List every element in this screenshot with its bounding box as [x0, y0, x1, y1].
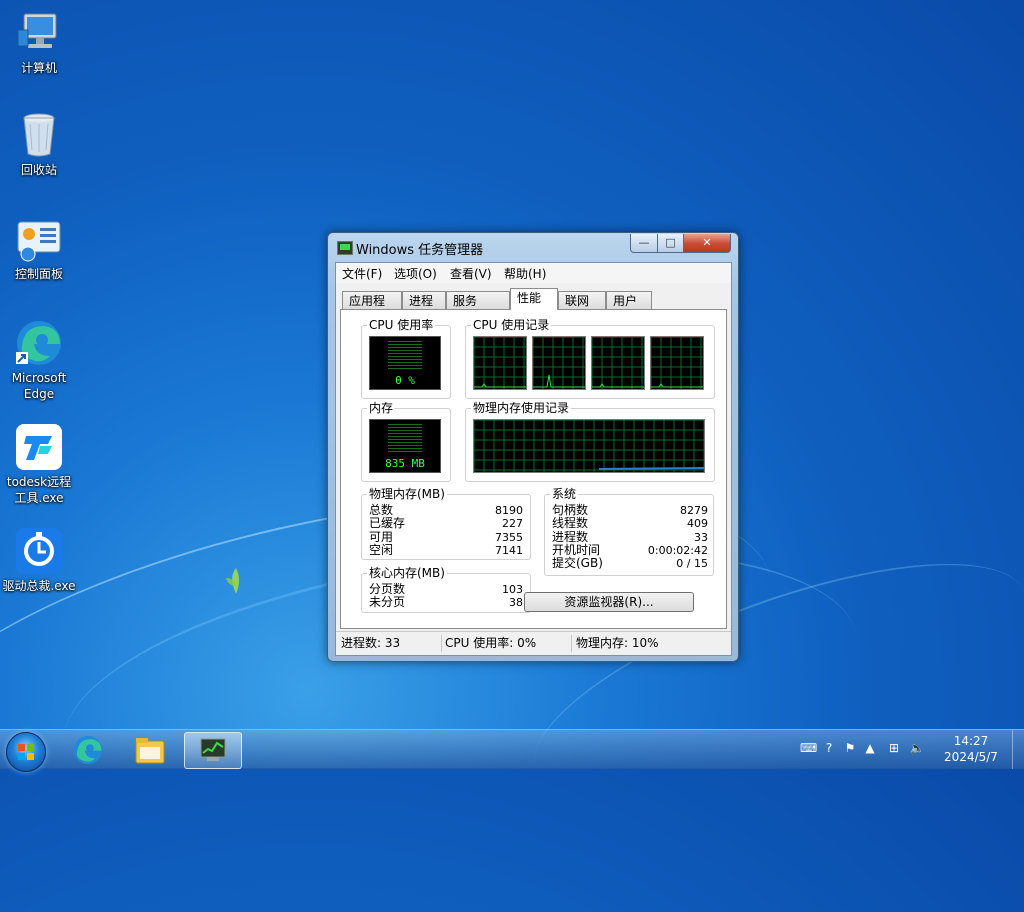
- computer-icon: [14, 8, 64, 58]
- window-title: Windows 任务管理器: [356, 243, 484, 258]
- cpu-core-2-graph: [532, 336, 586, 390]
- cpu-core-4-graph: [650, 336, 704, 390]
- cpu-usage-label: CPU 使用率: [367, 318, 436, 332]
- minimize-button[interactable]: —: [630, 234, 658, 253]
- task-manager-icon: [337, 241, 353, 255]
- title-bar[interactable]: Windows 任务管理器 — □ ✕: [328, 233, 738, 261]
- cpu-usage-meter: 0 %: [369, 336, 441, 390]
- desktop-icon-driver-tool[interactable]: 驱动总裁.exe: [1, 526, 77, 594]
- desktop-icon-todesk[interactable]: todesk远程工具.exe: [1, 422, 77, 506]
- kernel-memory-group: 核心内存(MB) 分页数 103 未分页 38: [361, 566, 531, 613]
- cpu-core-3-graph: [591, 336, 645, 390]
- resource-monitor-button[interactable]: 资源监视器(R)...: [524, 592, 694, 612]
- desktop-icon-control-panel[interactable]: 控制面板: [1, 214, 77, 282]
- desktop-icon-label: todesk远程工具.exe: [6, 475, 72, 505]
- edge-icon: [73, 735, 103, 765]
- tab-applications[interactable]: 应用程序: [342, 291, 402, 326]
- taskbar-task-manager-button[interactable]: [184, 732, 242, 769]
- close-icon: ✕: [702, 236, 712, 249]
- tab-users[interactable]: 用户: [606, 291, 652, 309]
- task-manager-window[interactable]: Windows 任务管理器 — □ ✕ 文件(F) 选项(O) 查看(V) 帮助…: [327, 232, 739, 662]
- tab-performance[interactable]: 性能: [510, 288, 558, 310]
- show-hidden-icon[interactable]: ▲: [862, 740, 878, 756]
- status-bar: 进程数: 33 CPU 使用率: 0% 物理内存: 10%: [336, 631, 731, 655]
- desktop-icon-edge[interactable]: Microsoft Edge: [1, 318, 77, 402]
- menu-view[interactable]: 查看(V): [450, 265, 492, 282]
- clock-time: 14:27: [953, 734, 989, 748]
- start-button[interactable]: [6, 732, 46, 772]
- minimize-icon: —: [638, 236, 650, 249]
- windows-logo-icon: [18, 744, 34, 760]
- system-group: 系统 句柄数 8279 线程数 409 进程数 33 开机时间 0:00:02:42 提…: [544, 487, 714, 576]
- taskbar-edge-button[interactable]: [60, 732, 116, 767]
- todesk-icon: [14, 422, 64, 472]
- status-cpu: CPU 使用率: 0%: [442, 635, 572, 652]
- desktop-icon-label: 控制面板: [14, 267, 63, 281]
- menu-file[interactable]: 文件(F): [342, 265, 382, 282]
- desktop-icon-label: 回收站: [20, 163, 57, 177]
- network-icon[interactable]: ⊞: [886, 740, 902, 756]
- tab-processes[interactable]: 进程: [402, 291, 446, 309]
- control-panel-icon: [14, 214, 64, 264]
- maximize-icon: □: [665, 236, 676, 249]
- desktop-icon-recycle-bin[interactable]: 回收站: [1, 110, 77, 178]
- edge-icon: [14, 318, 64, 368]
- tab-networking[interactable]: 联网: [558, 291, 606, 309]
- security-icon[interactable]: ⚑: [842, 740, 858, 756]
- performance-panel: CPU 使用率 0 % CPU 使用记录 内存 835 MB 物理内存使用记录 …: [340, 309, 727, 629]
- cpu-core-1-graph: [473, 336, 527, 390]
- clock-date: 2024/5/7: [944, 750, 998, 764]
- help-icon[interactable]: ?: [821, 740, 837, 756]
- taskbar-explorer-button[interactable]: [122, 732, 178, 767]
- memory-label: 内存: [367, 401, 396, 415]
- taskbar-clock[interactable]: 14:27 2024/5/7: [938, 733, 1004, 765]
- cpu-usage-group: CPU 使用率 0 %: [361, 318, 451, 399]
- cpu-history-group: CPU 使用记录: [465, 318, 715, 399]
- system-label: 系统: [550, 487, 579, 501]
- explorer-icon: [135, 738, 165, 764]
- cpu-history-label: CPU 使用记录: [471, 318, 552, 332]
- desktop-icon-label: 驱动总裁.exe: [2, 579, 76, 593]
- task-manager-icon: [200, 738, 226, 761]
- taskbar: ⌨ ? ⚑ ▲ ⊞ 🔈 14:27 2024/5/7: [0, 729, 1024, 772]
- kernel-memory-label: 核心内存(MB): [367, 566, 447, 580]
- memory-value: 835 MB: [385, 457, 425, 470]
- show-desktop-button[interactable]: [1012, 730, 1024, 769]
- window-client: 文件(F) 选项(O) 查看(V) 帮助(H) 应用程序 进程 服务 性能 联网…: [335, 262, 732, 656]
- driver-tool-icon: [14, 526, 64, 576]
- desktop-icon-label: 计算机: [20, 61, 57, 75]
- menu-help[interactable]: 帮助(H): [504, 265, 546, 282]
- physical-memory-group: 物理内存(MB) 总数 8190 已缓存 227 可用 7355 空闲 7141: [361, 487, 531, 560]
- volume-icon[interactable]: 🔈: [909, 740, 925, 756]
- physical-memory-label: 物理内存(MB): [367, 487, 447, 501]
- menu-options[interactable]: 选项(O): [394, 265, 437, 282]
- desktop-icon-label: Microsoft Edge: [11, 371, 67, 401]
- recycle-bin-icon: [14, 110, 64, 160]
- close-button[interactable]: ✕: [683, 234, 731, 253]
- memory-meter: 835 MB: [369, 419, 441, 473]
- maximize-button[interactable]: □: [657, 234, 684, 253]
- status-processes: 进程数: 33: [338, 635, 442, 652]
- memory-history-graph: [473, 419, 705, 473]
- tab-strip: 应用程序 进程 服务 性能 联网 用户: [336, 288, 731, 326]
- menu-bar: 文件(F) 选项(O) 查看(V) 帮助(H): [336, 263, 731, 283]
- memory-history-label: 物理内存使用记录: [471, 401, 572, 415]
- tab-services[interactable]: 服务: [446, 291, 510, 309]
- memory-history-group: 物理内存使用记录: [465, 401, 715, 482]
- wallpaper-leaf-icon: [226, 568, 239, 594]
- keyboard-icon[interactable]: ⌨: [800, 740, 817, 756]
- status-memory: 物理内存: 10%: [576, 636, 659, 650]
- desktop-icon-computer[interactable]: 计算机: [1, 8, 77, 76]
- cpu-usage-value: 0 %: [395, 374, 415, 387]
- memory-group: 内存 835 MB: [361, 401, 451, 482]
